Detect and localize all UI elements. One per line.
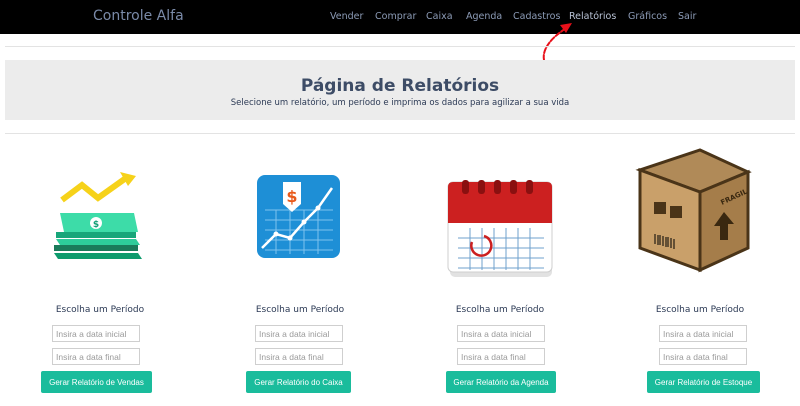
start-date-input[interactable]: [52, 325, 140, 342]
period-label: Escolha um Período: [55, 305, 145, 315]
period-label: Escolha um Período: [655, 305, 745, 315]
nav-item-comprar[interactable]: Comprar: [375, 11, 416, 22]
divider-header: [5, 133, 795, 134]
start-date-input[interactable]: [659, 325, 747, 342]
end-date-input[interactable]: [659, 348, 747, 365]
nav-item-agenda[interactable]: Agenda: [466, 11, 502, 22]
period-label: Escolha um Período: [255, 305, 345, 315]
report-card-caixa: $ Escolha um Período Gerar Relatório do …: [200, 140, 400, 406]
page-title: Página de Relatórios: [300, 76, 500, 96]
svg-text:$: $: [286, 187, 297, 206]
generate-stock-report-button[interactable]: Gerar Relatório de Estoque: [647, 371, 760, 393]
report-card-estoque: FRAGIL Escolha um Período Gerar Relatóri…: [600, 140, 800, 406]
generate-cash-report-button[interactable]: Gerar Relatório do Caixa: [246, 371, 351, 393]
nav-item-vender[interactable]: Vender: [330, 11, 363, 22]
start-date-input[interactable]: [255, 325, 343, 342]
page-header: Página de Relatórios Selecione um relató…: [5, 60, 795, 120]
period-label: Escolha um Período: [455, 305, 545, 315]
generate-sales-report-button[interactable]: Gerar Relatório de Vendas: [41, 371, 152, 393]
nav-menu: Vender Comprar Caixa Agenda Cadastros Re…: [0, 11, 800, 25]
financial-chart-icon: $: [257, 175, 340, 258]
end-date-input[interactable]: [457, 348, 545, 365]
nav-item-caixa[interactable]: Caixa: [426, 11, 453, 22]
end-date-input[interactable]: [255, 348, 343, 365]
start-date-input[interactable]: [457, 325, 545, 342]
nav-item-relatorios[interactable]: Relatórios: [569, 11, 616, 22]
money-growth-icon: $: [54, 172, 142, 259]
divider-top: [5, 46, 795, 47]
fragile-box-icon: FRAGIL: [635, 148, 752, 273]
nav-item-sair[interactable]: Sair: [678, 11, 696, 22]
report-card-vendas: $ Escolha um Período Gerar Relatório de …: [0, 140, 200, 406]
top-navbar: Controle Alfa Vender Comprar Caixa Agend…: [0, 0, 800, 34]
calendar-icon: [447, 180, 553, 277]
generate-agenda-report-button[interactable]: Gerar Relatório da Agenda: [446, 371, 556, 393]
end-date-input[interactable]: [52, 348, 140, 365]
report-card-agenda: Escolha um Período Gerar Relatório da Ag…: [400, 140, 600, 406]
nav-item-graficos[interactable]: Gráficos: [628, 11, 667, 22]
svg-text:$: $: [93, 220, 99, 230]
page-subtitle: Selecione um relatório, um período e imp…: [230, 98, 570, 108]
red-annotation-arrow-icon: [542, 23, 572, 61]
